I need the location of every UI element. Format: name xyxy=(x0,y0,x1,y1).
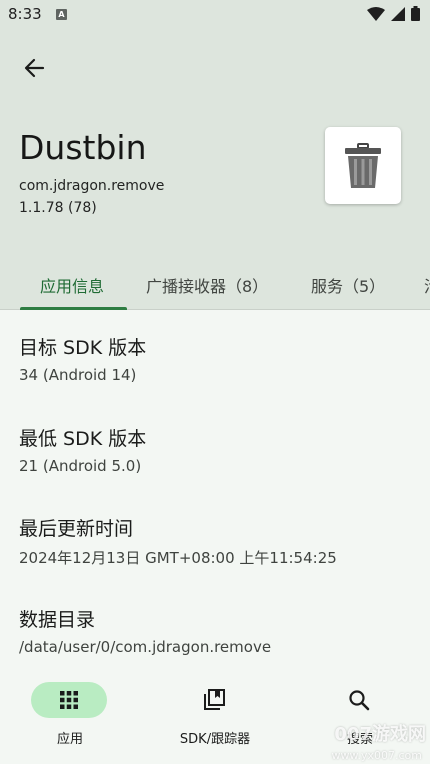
tab-activities[interactable]: 活 xyxy=(424,260,430,310)
info-value: 21 (Android 5.0) xyxy=(19,457,142,475)
wifi-icon xyxy=(367,6,385,21)
notification-badge: A xyxy=(56,9,67,20)
watermark-brand: 007游戏网 xyxy=(334,724,426,745)
app-version: 1.1.78 (78) xyxy=(19,200,97,216)
info-label: 数据目录 xyxy=(19,609,96,631)
status-bar: 8:33 A xyxy=(0,0,430,30)
tab-indicator xyxy=(20,307,127,310)
info-data-dir: 数据目录 /data/user/0/com.jdragon.remove xyxy=(19,605,271,656)
info-target-sdk: 目标 SDK 版本 34 (Android 14) xyxy=(19,333,146,384)
search-icon xyxy=(349,690,370,711)
battery-icon xyxy=(411,6,420,21)
nav-apps[interactable]: 应用 xyxy=(0,672,140,762)
nav-label: 应用 xyxy=(56,732,83,747)
signal-icon xyxy=(391,6,405,21)
app-package: com.jdragon.remove xyxy=(19,178,165,194)
info-last-updated: 最后更新时间 2024年12月13日 GMT+08:00 上午11:54:25 xyxy=(19,514,337,568)
app-name: Dustbin xyxy=(19,128,147,167)
back-arrow-icon xyxy=(24,58,45,78)
nav-label: SDK/跟踪器 xyxy=(179,732,251,747)
tab-app-info[interactable]: 应用信息 xyxy=(40,260,104,310)
info-min-sdk: 最低 SDK 版本 21 (Android 5.0) xyxy=(19,424,146,475)
info-value: /data/user/0/com.jdragon.remove xyxy=(19,638,272,656)
tab-bar: 应用信息 广播接收器（8） 服务（5） 活 xyxy=(0,260,430,310)
back-button[interactable] xyxy=(16,50,52,86)
nav-pill xyxy=(31,682,107,718)
tab-services[interactable]: 服务（5） xyxy=(311,260,385,310)
library-icon xyxy=(204,689,225,710)
info-value: 2024年12月13日 GMT+08:00 上午11:54:25 xyxy=(19,549,337,567)
trash-can-icon xyxy=(345,142,381,188)
info-label: 目标 SDK 版本 xyxy=(19,337,147,359)
nav-pill xyxy=(176,682,252,718)
grid-icon xyxy=(60,691,78,709)
tab-broadcast-receivers[interactable]: 广播接收器（8） xyxy=(146,260,268,310)
watermark-url: www.yx007.com xyxy=(331,749,422,762)
info-value: 34 (Android 14) xyxy=(19,366,137,384)
nav-sdk-trackers[interactable]: SDK/跟踪器 xyxy=(145,672,285,762)
nav-pill xyxy=(321,682,397,718)
info-label: 最后更新时间 xyxy=(19,518,134,540)
app-icon xyxy=(325,127,401,204)
system-icons xyxy=(367,6,420,21)
status-time: 8:33 xyxy=(8,5,42,23)
info-label: 最低 SDK 版本 xyxy=(19,428,147,450)
